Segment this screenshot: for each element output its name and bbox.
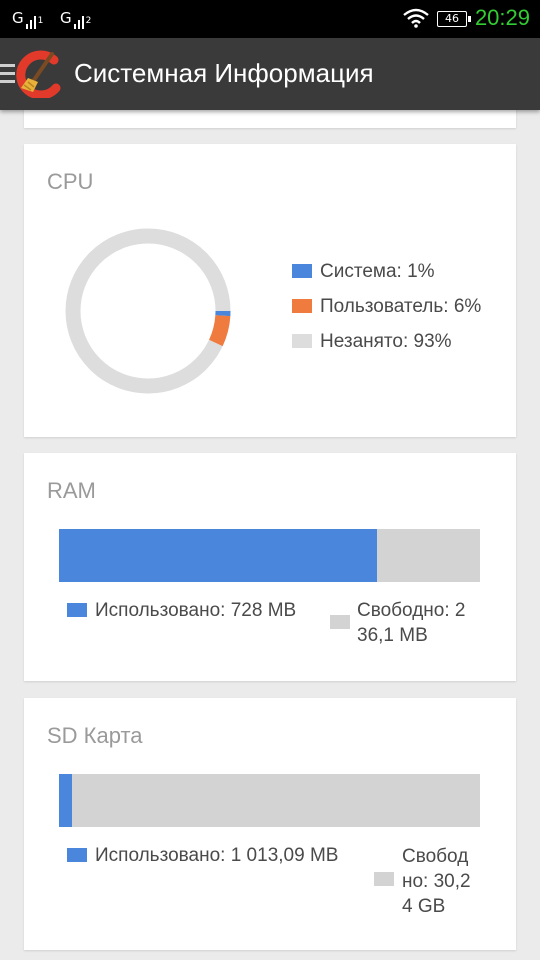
ram-free-swatch (330, 615, 350, 629)
action-bar: Системная Информация (0, 38, 540, 110)
cpu-donut-chart (65, 228, 231, 394)
sd-used-swatch (67, 848, 87, 862)
ccleaner-logo[interactable] (16, 50, 68, 98)
scrolled-card-bottom (24, 108, 516, 128)
cpu-title: CPU (47, 169, 94, 194)
sd-bar-track (59, 774, 480, 827)
sim2-signal-icon: G2 (60, 9, 92, 29)
ram-free-label-line1: Свободно: 2 (357, 600, 466, 621)
sd-free-label-line1: Свобод (402, 846, 469, 867)
sd-title: SD Карта (47, 723, 143, 748)
legend-idle-label: Незанято: 93% (320, 331, 452, 352)
ram-used-swatch (67, 603, 87, 617)
legend-swatch-system (292, 264, 312, 278)
sd-card: SD Карта Использовано: 1 013,09 MB Свобо… (24, 698, 516, 950)
legend-user-label: Пользователь: 6% (320, 296, 482, 317)
sd-free-label: Свобод но: 30,2 4 GB (402, 844, 471, 919)
cpu-user-arc (208, 314, 231, 347)
ram-free-label: Свободно: 2 36,1 MB (357, 598, 465, 648)
ram-free-label-line2: 36,1 MB (357, 625, 428, 646)
sd-used-label: Использовано: 1 013,09 MB (95, 845, 339, 866)
ram-card: RAM Использовано: 728 MB Свободно: 2 36,… (24, 453, 516, 681)
sd-free-label-line3: 4 GB (402, 896, 446, 917)
menu-icon[interactable] (0, 64, 15, 86)
sd-bar-used (59, 774, 72, 827)
cpu-idle-arc (65, 228, 231, 394)
ram-title: RAM (47, 478, 96, 503)
status-clock: 20:29 (474, 5, 530, 30)
sd-free-swatch (374, 872, 394, 886)
legend-swatch-idle (292, 334, 312, 348)
page-title: Системная Информация (74, 58, 374, 88)
legend-system-label: Система: 1% (320, 261, 435, 282)
battery-level: 46 (445, 12, 459, 25)
sim1-signal-icon: G1 (12, 9, 44, 29)
wifi-icon (403, 8, 429, 28)
ram-used-label: Использовано: 728 MB (95, 600, 297, 621)
battery-icon: 46 (437, 11, 471, 27)
ram-bar-used (59, 529, 377, 582)
status-bar: G1 G2 46 20:29 (0, 0, 540, 38)
legend-swatch-user (292, 299, 312, 313)
sd-free-label-line2: но: 30,2 (402, 871, 471, 892)
cpu-card: CPU Система: 1% Пользователь: 6% Незанят… (24, 144, 516, 437)
